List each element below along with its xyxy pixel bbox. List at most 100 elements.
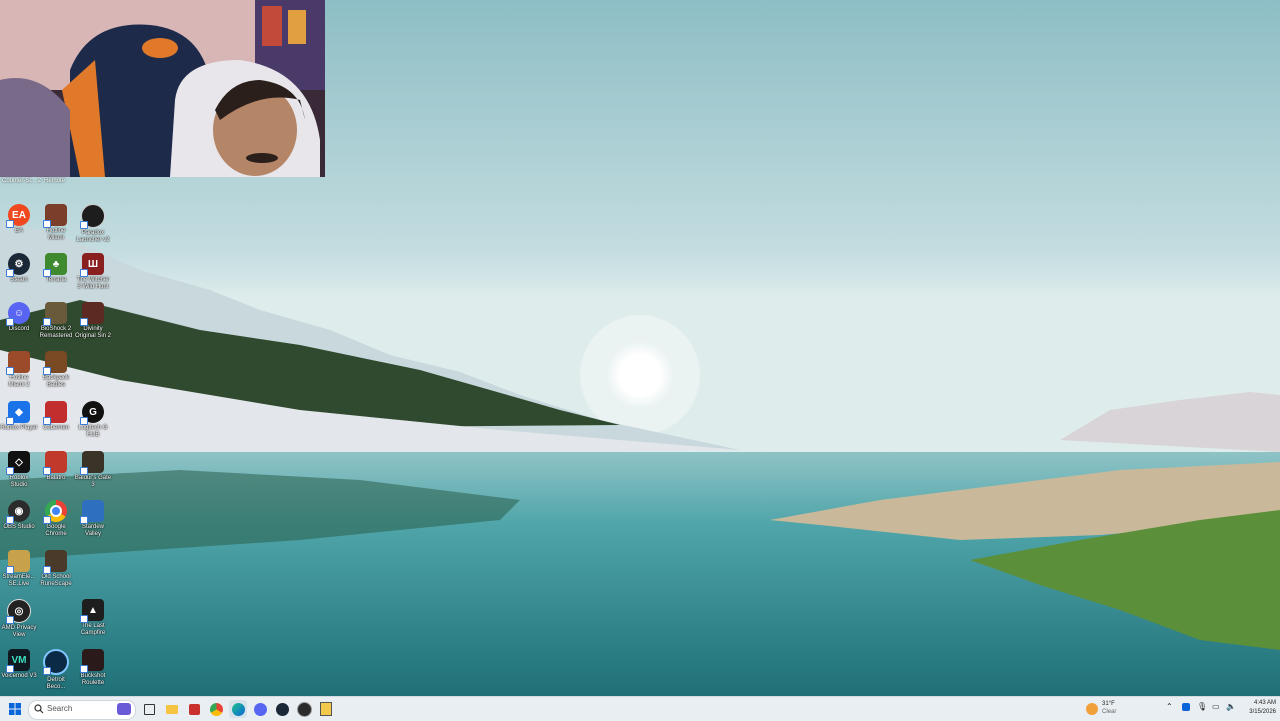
discord-taskbar-icon bbox=[253, 702, 267, 716]
search-placeholder: Search bbox=[47, 704, 73, 713]
desktop-icon-label: Discord bbox=[8, 326, 30, 332]
desktop-icon-label: Logitech G HUB bbox=[78, 425, 108, 438]
discord-icon: ☺ bbox=[6, 302, 30, 326]
webcam-tag-1: Counter-St... 2 bbox=[2, 178, 42, 184]
taskbar-search[interactable]: Search bbox=[28, 700, 136, 720]
desktop-icon-label: OBS Studio bbox=[3, 524, 35, 530]
desktop-icon-label: Hotline Miami 2 bbox=[8, 375, 30, 388]
start-button[interactable] bbox=[6, 700, 24, 718]
last-campfire-icon: ▲ bbox=[80, 599, 104, 623]
taskbar-discord[interactable] bbox=[251, 700, 269, 718]
paradox-icon bbox=[80, 204, 105, 229]
bioshock-icon bbox=[43, 302, 67, 326]
desktop-icon-label: Voicemod V3 bbox=[1, 673, 37, 679]
desktop-icon-detroit[interactable]: Detroit Beco... bbox=[37, 647, 75, 695]
desktop-icon-chrome[interactable]: Google Chrome bbox=[37, 498, 75, 546]
desktop-icon-divinity[interactable]: Divinity Original Sin 2 bbox=[74, 300, 112, 348]
task-view-icon bbox=[143, 703, 155, 715]
desktop-icon-label: Roblox Studio bbox=[9, 475, 29, 488]
webcam-overlay bbox=[0, 0, 325, 177]
clock-time: 4:43 AM bbox=[1253, 700, 1276, 706]
divinity-icon bbox=[80, 302, 104, 326]
roblox-studio-icon: ◇ bbox=[6, 451, 30, 475]
desktop-icon-label: BioShock 2 Remastered bbox=[39, 326, 73, 339]
desktop-icon-label: Backpack Battles bbox=[42, 375, 69, 388]
desktop-icon-buckshot[interactable]: Buckshot Roulette bbox=[74, 647, 112, 695]
tray-app-icon[interactable] bbox=[1182, 703, 1190, 711]
weather-condition: Clear bbox=[1102, 709, 1117, 715]
notepad-icon bbox=[320, 702, 332, 716]
taskbar: Search 31°F Clear ⌃ 🎙 ▭ 🔈 4:43 AM 3/15/2… bbox=[0, 696, 1280, 721]
ea-icon: EA bbox=[6, 204, 30, 228]
desktop-icon-witcher[interactable]: Ш The Witcher 3 Wild Hunt bbox=[74, 251, 112, 299]
weather-temp: 31°F bbox=[1102, 701, 1115, 707]
desktop-icon-hotline-miami-2[interactable]: Hotline Miami 2 bbox=[0, 349, 38, 397]
file-explorer-icon bbox=[166, 704, 178, 714]
taskbar-edge[interactable] bbox=[229, 700, 247, 718]
desktop-icon-voicemod[interactable]: VM Voicemod V3 bbox=[0, 647, 38, 695]
desktop-icon-logitech[interactable]: G Logitech G HUB bbox=[74, 399, 112, 447]
desktop-icon-roblox-studio[interactable]: ◇ Roblox Studio bbox=[0, 449, 38, 497]
taskbar-notepad[interactable] bbox=[317, 700, 335, 718]
desktop-icon-label: Stardew Valley bbox=[81, 524, 104, 537]
desktop-icon-label: The Witcher 3 Wild Hunt bbox=[76, 277, 110, 290]
desktop-icon-label: Buckshot Roulette bbox=[80, 673, 106, 686]
terraria-icon: ♣ bbox=[43, 253, 67, 277]
desktop-icon-runescape[interactable]: Old School RuneScape bbox=[37, 548, 75, 596]
steam-icon: ⚙ bbox=[6, 253, 30, 277]
desktop-icon-label: The Last Campfire bbox=[80, 623, 106, 636]
edge-icon bbox=[231, 702, 245, 716]
desktop-icon-steam[interactable]: ⚙ Steam bbox=[0, 251, 38, 299]
desktop-icon-discord[interactable]: ☺ Discord bbox=[0, 300, 38, 348]
desktop-icon-streamelements[interactable]: StreamEle... SE.Live bbox=[0, 548, 38, 596]
search-icon bbox=[34, 704, 44, 714]
network-icon[interactable]: ▭ bbox=[1212, 702, 1220, 711]
clock-date: 3/15/2026 bbox=[1249, 709, 1276, 715]
desktop-icon-stardew[interactable]: Stardew Valley bbox=[74, 498, 112, 546]
witcher-icon: Ш bbox=[80, 253, 104, 277]
balatro-icon bbox=[43, 451, 67, 475]
weather-icon bbox=[1086, 703, 1098, 715]
microphone-icon[interactable]: 🎙 bbox=[1197, 702, 1207, 711]
desktop-icon-last-campfire[interactable]: ▲ The Last Campfire bbox=[74, 597, 112, 645]
desktop-icon-backpack-battles[interactable]: Backpack Battles bbox=[37, 349, 75, 397]
desktop-icon-baldurs-gate[interactable]: Baldur's Gate 3 bbox=[74, 449, 112, 497]
roblox-player-icon: ◆ bbox=[6, 401, 30, 425]
taskbar-roblox[interactable] bbox=[185, 700, 203, 718]
taskbar-steam[interactable] bbox=[273, 700, 291, 718]
desktop-icon-label: Cubemen bbox=[42, 425, 69, 431]
taskbar-obs[interactable] bbox=[295, 700, 313, 718]
desktop-icon-paradox[interactable]: Paradox Launcher v2 bbox=[74, 202, 112, 250]
chrome-icon bbox=[43, 500, 67, 524]
desktop-icon-terraria[interactable]: ♣ Terraria bbox=[37, 251, 75, 299]
desktop-icon-label: Google Chrome bbox=[45, 524, 67, 537]
desktop-icon-amd[interactable]: ◎ AMD Privacy View bbox=[0, 597, 38, 645]
task-view-button[interactable] bbox=[140, 700, 158, 718]
taskbar-chrome[interactable] bbox=[207, 700, 225, 718]
tray-overflow-icon[interactable]: ⌃ bbox=[1166, 702, 1173, 711]
desktop-icon-balatro[interactable]: Balatro bbox=[37, 449, 75, 497]
stardew-icon bbox=[80, 500, 104, 524]
hotline-miami-2-icon bbox=[6, 351, 30, 375]
desktop-icon-label: Detroit Beco... bbox=[46, 677, 66, 690]
volume-icon[interactable]: 🔈 bbox=[1226, 702, 1236, 711]
detroit-icon bbox=[43, 649, 69, 675]
clock[interactable]: 4:43 AM 3/15/2026 bbox=[1240, 699, 1276, 719]
desktop-icon-cubemen[interactable]: Cubemen bbox=[37, 399, 75, 447]
desktop-icon-ea[interactable]: EA EA bbox=[0, 202, 38, 250]
desktop-icon-label: EA bbox=[14, 228, 23, 234]
windows-icon bbox=[9, 703, 21, 715]
desktop-icon-obs[interactable]: ◉ OBS Studio bbox=[0, 498, 38, 546]
taskbar-file-explorer[interactable] bbox=[163, 700, 181, 718]
desktop-icon-label: Balatro bbox=[46, 475, 66, 481]
desktop-icon-label: Terraria bbox=[45, 277, 67, 283]
desktop-icon-hotline-miami[interactable]: Hotline Miami bbox=[37, 202, 75, 250]
desktop-icon-bioshock[interactable]: BioShock 2 Remastered bbox=[37, 300, 75, 348]
desktop-icon-roblox-player[interactable]: ◆ Roblox Player bbox=[0, 399, 38, 447]
logitech-icon: G bbox=[80, 401, 104, 425]
backpack-battles-icon bbox=[43, 351, 67, 375]
roblox-taskbar-icon bbox=[188, 703, 200, 715]
weather-widget[interactable]: 31°F Clear bbox=[1086, 700, 1126, 718]
desktop-icon-label: AMD Privacy View bbox=[1, 625, 37, 638]
obs-taskbar-icon bbox=[296, 701, 312, 717]
